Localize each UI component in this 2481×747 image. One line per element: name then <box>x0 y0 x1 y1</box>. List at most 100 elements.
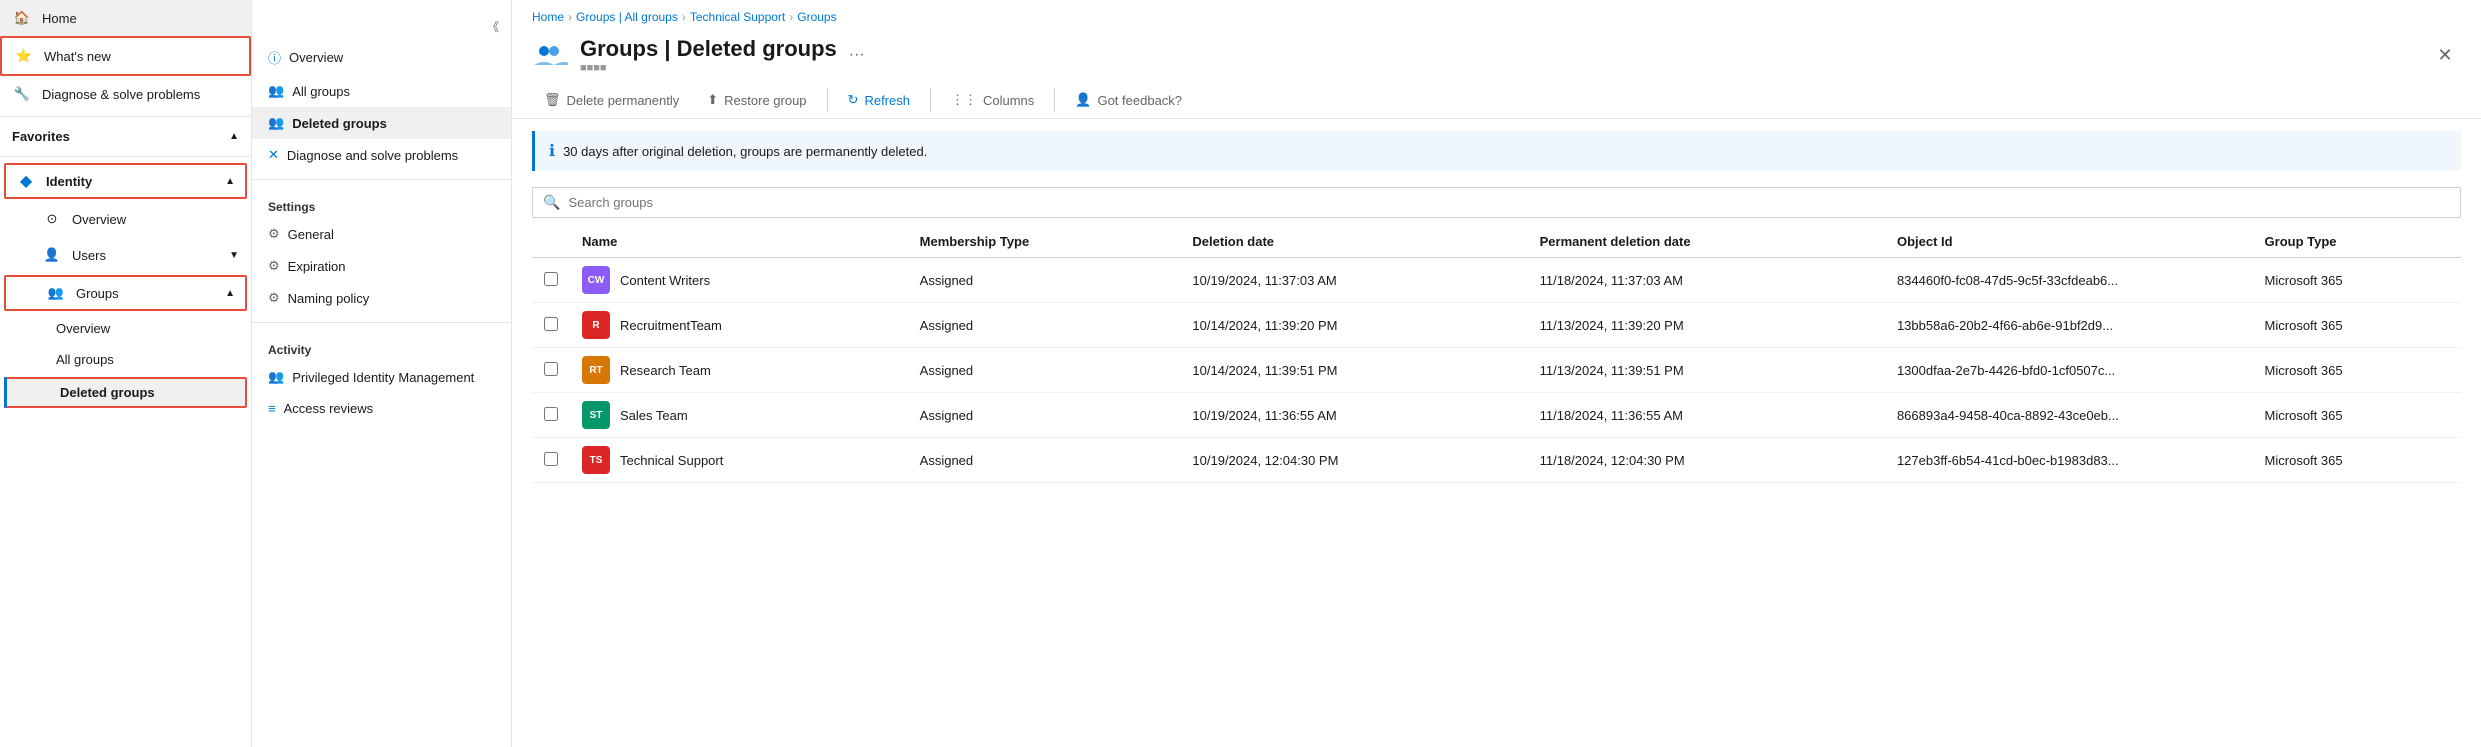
left-panel-item-general[interactable]: ⚙ General <box>252 218 511 250</box>
table-row[interactable]: CW Content Writers Assigned 10/19/2024, … <box>532 258 2461 303</box>
refresh-button[interactable]: ↻ Refresh <box>836 86 922 114</box>
sidebar-label-overview: Overview <box>72 212 126 227</box>
row-name-2: RT Research Team <box>570 348 908 393</box>
table-row[interactable]: RT Research Team Assigned 10/14/2024, 11… <box>532 348 2461 393</box>
delete-permanently-button[interactable]: 🗑 Delete permanently <box>532 86 691 114</box>
home-icon: 🏠 <box>12 8 32 28</box>
sidebar-item-groups[interactable]: 👥 Groups ▲ <box>4 275 247 311</box>
left-panel-item-access-reviews[interactable]: ≡ Access reviews <box>252 393 511 424</box>
left-panel-item-pim[interactable]: 👥 Privileged Identity Management <box>252 361 511 393</box>
row-checkbox-cell-2[interactable] <box>532 348 570 393</box>
columns-label: Columns <box>983 93 1034 108</box>
delete-permanently-icon: 🗑 <box>544 92 561 108</box>
col-name[interactable]: Name <box>570 226 908 258</box>
diagnose-nav-icon: ✕ <box>268 147 279 163</box>
row-checkbox-1[interactable] <box>544 317 558 331</box>
search-bar: 🔍 <box>532 187 2461 218</box>
avatar-0: CW <box>582 266 610 294</box>
left-panel-item-naming-policy[interactable]: ⚙ Naming policy <box>252 282 511 314</box>
table-row[interactable]: TS Technical Support Assigned 10/19/2024… <box>532 438 2461 483</box>
page-header: Groups | Deleted groups ■■■■ ··· ✕ <box>512 28 2481 82</box>
left-panel-item-overview[interactable]: ⓘ Overview <box>252 40 511 75</box>
toolbar-sep-2 <box>930 88 931 112</box>
row-deletion-date-0: 10/19/2024, 11:37:03 AM <box>1180 258 1527 303</box>
info-message: 30 days after original deletion, groups … <box>563 144 927 159</box>
breadcrumb: Home › Groups | All groups › Technical S… <box>512 0 2481 28</box>
sidebar-divider-2 <box>0 156 251 157</box>
sidebar-item-all-groups[interactable]: All groups <box>0 344 251 375</box>
col-permanent-deletion-date[interactable]: Permanent deletion date <box>1528 226 1885 258</box>
sidebar-item-users[interactable]: 👤 Users ▼ <box>0 237 251 273</box>
content-area: Home › Groups | All groups › Technical S… <box>512 0 2481 747</box>
row-name-3: ST Sales Team <box>570 393 908 438</box>
feedback-icon: 👤 <box>1075 92 1091 108</box>
info-icon: ℹ <box>549 141 555 161</box>
left-panel-item-deleted-groups[interactable]: 👥 Deleted groups <box>252 107 511 139</box>
left-panel-item-expiration[interactable]: ⚙ Expiration <box>252 250 511 282</box>
sidebar-item-home[interactable]: 🏠 Home <box>0 0 251 36</box>
left-panel-label-access-reviews: Access reviews <box>284 401 374 416</box>
feedback-button[interactable]: 👤 Got feedback? <box>1063 86 1194 114</box>
row-object-id-0: 834460f0-fc08-47d5-9c5f-33cfdeab6... <box>1885 258 2253 303</box>
sidebar-section-identity[interactable]: ◆ Identity ▲ <box>4 163 247 199</box>
all-groups-nav-icon: 👥 <box>268 83 284 99</box>
row-deletion-date-4: 10/19/2024, 12:04:30 PM <box>1180 438 1527 483</box>
row-checkbox-2[interactable] <box>544 362 558 376</box>
sidebar-label-groups: Groups <box>76 286 119 301</box>
sidebar-divider-1 <box>0 116 251 117</box>
breadcrumb-technical-support[interactable]: Technical Support <box>690 10 785 24</box>
left-panel-item-all-groups[interactable]: 👥 All groups <box>252 75 511 107</box>
collapse-button[interactable]: 《 <box>479 12 507 40</box>
col-object-id[interactable]: Object Id <box>1885 226 2253 258</box>
sidebar-item-whats-new[interactable]: ⭐ What's new <box>0 36 251 76</box>
table-row[interactable]: R RecruitmentTeam Assigned 10/14/2024, 1… <box>532 303 2461 348</box>
sidebar-label-overview-grp: Overview <box>56 321 110 336</box>
expiration-icon: ⚙ <box>268 258 280 274</box>
left-panel-item-diagnose[interactable]: ✕ Diagnose and solve problems <box>252 139 511 171</box>
row-permanent-deletion-4: 11/18/2024, 12:04:30 PM <box>1528 438 1885 483</box>
row-checkbox-cell-3[interactable] <box>532 393 570 438</box>
breadcrumb-all-groups[interactable]: Groups | All groups <box>576 10 678 24</box>
search-input[interactable] <box>568 195 2450 210</box>
row-checkbox-cell-0[interactable] <box>532 258 570 303</box>
row-checkbox-0[interactable] <box>544 272 558 286</box>
favorites-chevron: ▲ <box>229 131 239 142</box>
col-checkbox <box>532 226 570 258</box>
row-checkbox-3[interactable] <box>544 407 558 421</box>
sidebar-item-overview[interactable]: ⊙ Overview <box>0 201 251 237</box>
page-subtitle: ■■■■ <box>580 62 837 74</box>
breadcrumb-groups[interactable]: Groups <box>797 10 836 24</box>
col-group-type[interactable]: Group Type <box>2253 226 2461 258</box>
col-membership-type[interactable]: Membership Type <box>908 226 1181 258</box>
left-panel: 《 ⓘ Overview 👥 All groups 👥 Deleted grou… <box>252 0 512 747</box>
name-text-4: Technical Support <box>620 453 723 468</box>
sidebar-item-overview-grp[interactable]: Overview <box>0 313 251 344</box>
row-deletion-date-2: 10/14/2024, 11:39:51 PM <box>1180 348 1527 393</box>
col-deletion-date[interactable]: Deletion date <box>1180 226 1527 258</box>
deleted-groups-nav-icon: 👥 <box>268 115 284 131</box>
sidebar-item-deleted-groups[interactable]: Deleted groups <box>4 377 247 408</box>
left-panel-label-overview: Overview <box>289 50 343 65</box>
row-checkbox-cell-4[interactable] <box>532 438 570 483</box>
more-options-button[interactable]: ··· <box>849 46 865 64</box>
groups-table: Name Membership Type Deletion date Perma… <box>532 226 2461 483</box>
table-row[interactable]: ST Sales Team Assigned 10/19/2024, 11:36… <box>532 393 2461 438</box>
toolbar-sep-1 <box>827 88 828 112</box>
row-name-0: CW Content Writers <box>570 258 908 303</box>
row-checkbox-cell-1[interactable] <box>532 303 570 348</box>
row-group-type-2: Microsoft 365 <box>2253 348 2461 393</box>
general-icon: ⚙ <box>268 226 280 242</box>
restore-group-button[interactable]: ⬆ Restore group <box>695 86 818 114</box>
row-checkbox-4[interactable] <box>544 452 558 466</box>
close-button[interactable]: ✕ <box>2429 39 2461 71</box>
name-text-3: Sales Team <box>620 408 688 423</box>
avatar-3: ST <box>582 401 610 429</box>
columns-button[interactable]: ⋮⋮ Columns <box>939 86 1046 114</box>
row-name-1: R RecruitmentTeam <box>570 303 908 348</box>
row-name-4: TS Technical Support <box>570 438 908 483</box>
sidebar-item-diagnose[interactable]: 🔧 Diagnose & solve problems <box>0 76 251 112</box>
pim-icon: 👥 <box>268 369 284 385</box>
groups-chevron: ▲ <box>225 288 235 299</box>
breadcrumb-home[interactable]: Home <box>532 10 564 24</box>
sidebar-section-favorites[interactable]: Favorites ▲ <box>0 121 251 152</box>
